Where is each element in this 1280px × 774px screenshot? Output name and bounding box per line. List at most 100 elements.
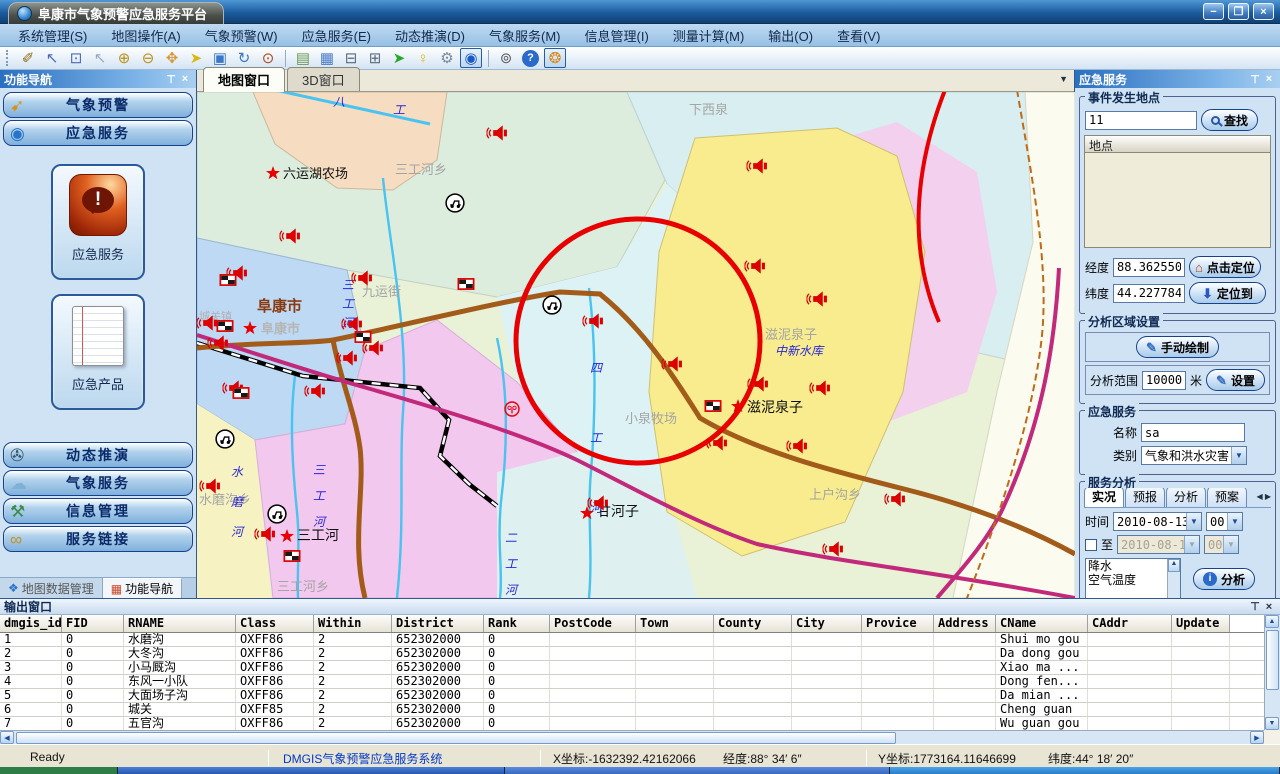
dropdown-icon[interactable]: ▼ (1186, 513, 1201, 530)
minimize-button[interactable]: − (1203, 3, 1224, 20)
menu-weather-service[interactable]: 气象服务(M) (477, 23, 573, 48)
place-marker-icon[interactable]: ♀ (412, 48, 434, 68)
select-box-icon[interactable]: ⊡ (65, 48, 87, 68)
menu-output[interactable]: 输出(O) (756, 23, 825, 48)
close-icon[interactable]: × (178, 73, 192, 85)
menu-emergency-service[interactable]: 应急服务(E) (290, 23, 383, 48)
column-header-FID[interactable]: FID (62, 615, 124, 632)
close-icon[interactable]: × (1262, 601, 1276, 613)
menu-measure-calculation[interactable]: 测量计算(M) (661, 23, 757, 48)
table-row[interactable]: 20大冬沟OXFF8626523020000Da dong gou (0, 647, 1264, 661)
flag-marker[interactable] (355, 331, 372, 343)
menu-weather-warning[interactable]: 气象预警(W) (193, 23, 290, 48)
scroll-left-icon[interactable]: ◀ (0, 731, 14, 744)
latitude-input[interactable] (1113, 284, 1185, 303)
zoom-in-icon[interactable]: ⊕ (113, 48, 135, 68)
print-icon[interactable]: ⊟ (340, 48, 362, 68)
select-pointer-icon[interactable]: ↖ (41, 48, 63, 68)
flag-marker[interactable] (233, 387, 250, 399)
column-header-Rank[interactable]: Rank (484, 615, 550, 632)
analysis-tab-0[interactable]: 实况 (1084, 488, 1124, 507)
list-scrollbar[interactable]: ▲ (1167, 559, 1180, 598)
analysis-tab-3[interactable]: 预案 (1207, 488, 1247, 507)
hour-select[interactable]: 00 ▼ (1206, 512, 1243, 531)
search-button[interactable]: 查找 (1201, 109, 1258, 131)
menu-system-management[interactable]: 系统管理(S) (6, 23, 99, 48)
pin-icon[interactable]: ⊤ (1248, 73, 1262, 86)
click-locate-button[interactable]: ⌂ 点击定位 (1189, 256, 1261, 278)
element-list[interactable]: 降水空气温度 ▲ (1085, 558, 1181, 598)
tractor-marker[interactable] (268, 505, 286, 523)
table-row[interactable]: 70五官沟OXFF8626523020000Wu guan gou (0, 717, 1264, 730)
print-setup-icon[interactable]: ⊞ (364, 48, 386, 68)
column-header-Address[interactable]: Address (934, 615, 996, 632)
flag-marker[interactable] (284, 550, 301, 562)
panel-tab-function-navigation[interactable]: ▦功能导航 (103, 578, 182, 598)
nav-item-info-management[interactable]: ⚒信息管理 (3, 498, 193, 524)
date-select[interactable]: 2010-08-13 ▼ (1113, 512, 1202, 531)
analysis-list-item[interactable]: 降水 (1086, 559, 1180, 573)
column-header-Within[interactable]: Within (314, 615, 392, 632)
scroll-thumb[interactable] (1266, 630, 1279, 690)
column-header-City[interactable]: City (792, 615, 862, 632)
tractor-marker[interactable] (543, 296, 561, 314)
flag-marker[interactable] (217, 320, 234, 332)
menu-view[interactable]: 查看(V) (825, 23, 892, 48)
map-tab-0[interactable]: 地图窗口 (203, 67, 285, 92)
tractor-marker[interactable] (446, 194, 464, 212)
menu-map-operation[interactable]: 地图操作(A) (99, 23, 192, 48)
column-header-RNAME[interactable]: RNAME (124, 615, 236, 632)
nav-item-service-link[interactable]: ∞服务链接 (3, 526, 193, 552)
scroll-right-icon[interactable]: ▶ (1250, 731, 1264, 744)
pan-icon[interactable]: ✥ (161, 48, 183, 68)
nav-item-weather-service[interactable]: ☁气象服务 (3, 470, 193, 496)
column-header-dmgis_id[interactable]: dmgis_id (0, 615, 62, 632)
dropdown-icon[interactable]: ▼ (1231, 447, 1246, 464)
column-header-District[interactable]: District (392, 615, 484, 632)
menu-dynamic-deduction[interactable]: 动态推演(D) (383, 23, 477, 48)
manual-draw-button[interactable]: ✎ 手动绘制 (1136, 336, 1219, 358)
column-header-PostCode[interactable]: PostCode (550, 615, 636, 632)
tab-scroll-icons[interactable]: ◀ ▶ (1254, 492, 1271, 501)
locate-to-button[interactable]: ⬇ 定位到 (1189, 282, 1266, 304)
service-name-input[interactable] (1141, 423, 1245, 442)
help-icon[interactable]: ? (522, 50, 539, 67)
menu-info-management[interactable]: 信息管理(I) (573, 23, 661, 48)
zoom-out-icon[interactable]: ⊖ (137, 48, 159, 68)
globe-icon[interactable]: ◉ (460, 48, 482, 68)
nav-item-dynamic-deduction[interactable]: ✇动态推演 (3, 442, 193, 468)
panel-tab-map-data-management[interactable]: ❖地图数据管理 (0, 578, 103, 598)
table-row[interactable]: 40东风一小队OXFF8626523020000Dong fen... (0, 675, 1264, 689)
analysis-tab-1[interactable]: 预报 (1125, 488, 1165, 507)
column-header-County[interactable]: County (714, 615, 792, 632)
green-pointer-icon[interactable]: ➤ (388, 48, 410, 68)
column-header-Town[interactable]: Town (636, 615, 714, 632)
scene-export-icon[interactable]: ❂ (544, 48, 566, 68)
map-export-icon[interactable]: ▤ (292, 48, 314, 68)
scroll-down-icon[interactable]: ▼ (1265, 717, 1279, 730)
close-button[interactable]: × (1253, 3, 1274, 20)
column-header-Update[interactable]: Update (1172, 615, 1230, 632)
measure-icon[interactable]: ✐ (17, 48, 39, 68)
analyze-button[interactable]: i 分析 (1193, 568, 1255, 590)
table-row[interactable]: 60城关OXFF8526523020000Cheng guan (0, 703, 1264, 717)
location-list[interactable] (1084, 152, 1271, 248)
set-range-button[interactable]: ✎ 设置 (1206, 369, 1265, 391)
nav-item-weather-warning[interactable]: ➹气象预警 (3, 92, 193, 118)
to-checkbox[interactable] (1085, 539, 1097, 551)
scroll-thumb[interactable] (16, 732, 896, 744)
map-svg[interactable]: 八工下西泉六运湖农场三工河乡九运街城关镇阜康市阜康市滋泥泉子中新水库滋泥泉子小泉… (197, 92, 1075, 598)
nav-item-emergency-service[interactable]: ◉应急服务 (3, 120, 193, 146)
service-type-select[interactable]: 气象和洪水灾害 ▼ (1141, 446, 1247, 465)
restore-button[interactable]: ❐ (1228, 3, 1249, 20)
pin-icon[interactable]: ⊤ (164, 73, 178, 86)
flag-marker[interactable] (705, 400, 722, 412)
close-icon[interactable]: × (1262, 73, 1276, 85)
column-header-Provice[interactable]: Provice (862, 615, 934, 632)
full-extent-icon[interactable]: ▣ (209, 48, 231, 68)
longitude-input[interactable] (1113, 258, 1185, 277)
horizontal-scrollbar[interactable]: ◀ ▶ (0, 730, 1264, 744)
analysis-tab-2[interactable]: 分析 (1166, 488, 1206, 507)
pin-icon[interactable]: ⊤ (1248, 600, 1262, 613)
deselect-icon[interactable]: ↖ (89, 48, 111, 68)
